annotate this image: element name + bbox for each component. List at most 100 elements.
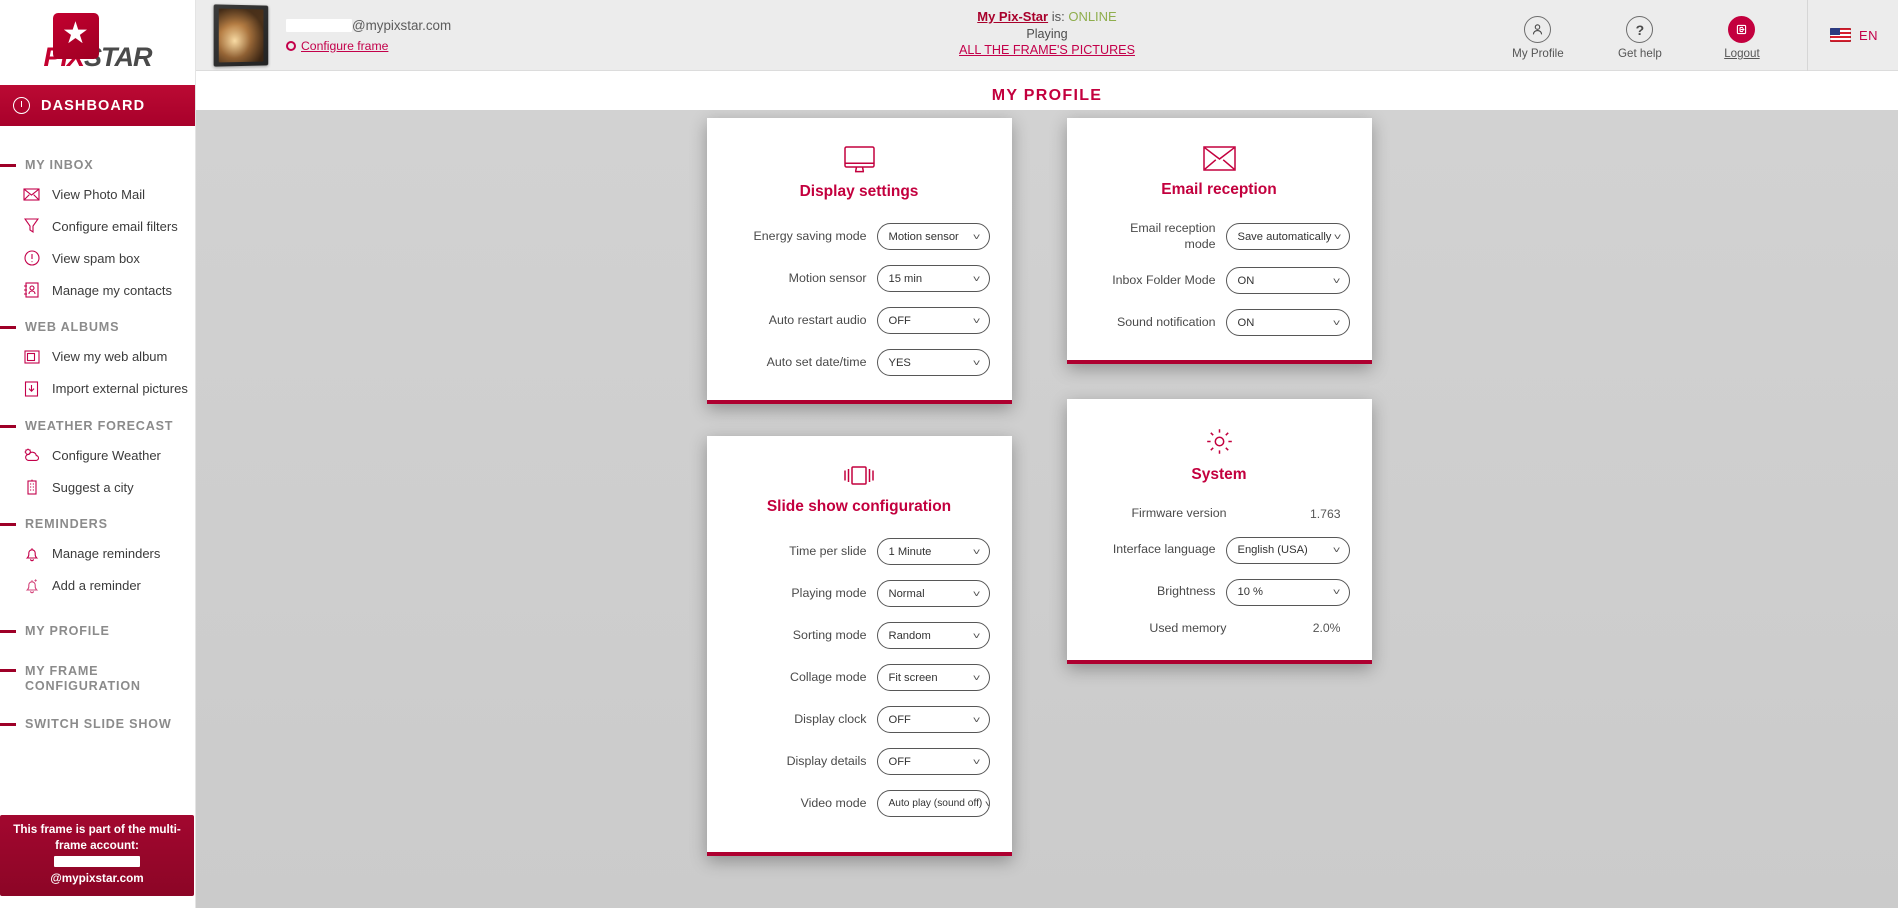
- sidebar-item-manage-my-contacts[interactable]: Manage my contacts: [0, 274, 195, 306]
- auto-restart-audio-select[interactable]: OFF ˅: [876, 307, 990, 334]
- import-download-icon: [22, 379, 41, 398]
- group-label: MY PROFILE: [25, 623, 110, 638]
- redacted-account-name: [53, 855, 140, 867]
- playing-mode-select[interactable]: Normal ˅: [876, 580, 990, 607]
- sidebar-item-my-profile[interactable]: MY PROFILE: [0, 624, 195, 638]
- collage-mode-select[interactable]: Fit screen ˅: [876, 664, 990, 691]
- select-value: OFF: [888, 755, 911, 768]
- chevron-down-icon: ˅: [985, 799, 988, 809]
- my-pixstar-link[interactable]: My Pix-Star: [977, 9, 1048, 24]
- chevron-down-icon: ˅: [1332, 545, 1341, 555]
- sidebar-item-label: Configure Weather: [52, 447, 161, 463]
- group-label: REMINDERS: [25, 517, 108, 532]
- sidebar-item-configure-weather[interactable]: Configure Weather: [0, 439, 195, 471]
- row-energy-saving-mode: Energy saving mode Motion sensor ˅: [729, 223, 990, 250]
- sidebar-item-label: Import external pictures: [52, 381, 188, 397]
- select-value: ON: [1237, 274, 1255, 287]
- dashboard-label: DASHBOARD: [41, 97, 146, 114]
- group-dash: [0, 326, 16, 330]
- playing-target-row: ALL THE FRAME'S PICTURES: [196, 43, 1898, 57]
- pixstar-web-app: ★ PIXSTAR DASHBOARD MY INBOX View Photo …: [0, 0, 1898, 908]
- sidebar-item-label: View Photo Mail: [52, 186, 145, 202]
- sidebar-item-manage-reminders[interactable]: Manage reminders: [0, 538, 195, 570]
- chevron-down-icon: ˅: [972, 630, 981, 641]
- row-auto-set-date-time: Auto set date/time YES ˅: [729, 349, 990, 376]
- select-value: Save automatically: [1237, 230, 1332, 243]
- time-per-slide-select[interactable]: 1 Minute ˅: [876, 538, 990, 565]
- card-title: Display settings: [799, 183, 919, 200]
- group-dash: [0, 523, 16, 527]
- card-display-settings: Display settings Energy saving mode Moti…: [706, 118, 1012, 404]
- row-label: Email reception mode: [1130, 221, 1216, 251]
- select-value: OFF: [888, 314, 911, 327]
- group-label: WEB ALBUMS: [25, 320, 120, 335]
- chevron-down-icon: ˅: [1332, 587, 1341, 597]
- brightness-select[interactable]: 10 % ˅: [1225, 578, 1350, 606]
- album-icon: [22, 347, 41, 366]
- select-value: Fit screen: [888, 671, 938, 684]
- device-status-line: My Pix-Star is: ONLINE: [196, 9, 1898, 24]
- sorting-mode-select[interactable]: Random ˅: [876, 622, 990, 649]
- row-display-clock: Display clock OFF ˅: [729, 706, 990, 733]
- chevron-down-icon: ˅: [972, 315, 981, 326]
- interface-language-select[interactable]: English (USA) ˅: [1225, 536, 1350, 564]
- group-label: SWITCH SLIDE SHOW: [25, 717, 172, 732]
- brand-logo[interactable]: ★ PIXSTAR: [0, 0, 195, 85]
- sidebar-item-configure-email-filters[interactable]: Configure email filters: [0, 210, 195, 242]
- row-display-details: Display details OFF ˅: [729, 748, 990, 775]
- row-collage-mode: Collage mode Fit screen ˅: [729, 664, 990, 691]
- badge-line-2: frame account:: [55, 839, 139, 853]
- sidebar-item-view-my-web-album[interactable]: View my web album: [0, 341, 195, 373]
- sidebar-item-view-spam-box[interactable]: View spam box: [0, 242, 195, 274]
- auto-set-date-time-select[interactable]: YES ˅: [876, 349, 990, 376]
- playing-target-link[interactable]: ALL THE FRAME'S PICTURES: [959, 43, 1135, 57]
- email-reception-mode-select[interactable]: Save automatically ˅: [1225, 223, 1350, 250]
- used-memory-value: 2.0%: [1312, 621, 1341, 636]
- select-value: Random: [888, 629, 931, 642]
- group-label: MY INBOX: [25, 158, 94, 172]
- sidebar-item-my-frame-configuration[interactable]: MY FRAME CONFIGURATION: [0, 664, 195, 693]
- row-label: Sound notification: [1116, 314, 1216, 329]
- city-building-icon: [22, 478, 41, 497]
- nav-group-my-inbox: MY INBOX: [0, 158, 195, 172]
- sidebar-item-label: View spam box: [52, 250, 140, 266]
- motion-sensor-select[interactable]: 15 min ˅: [876, 265, 990, 292]
- row-label: Interface language: [1112, 542, 1216, 557]
- sidebar-nav: MY INBOX View Photo Mail Configure email…: [0, 126, 195, 732]
- row-label: Energy saving mode: [753, 228, 867, 243]
- row-label: Time per slide: [789, 543, 867, 558]
- row-sound-notification: Sound notification ON ˅: [1089, 309, 1350, 336]
- row-brightness: Brightness 10 % ˅: [1089, 578, 1350, 606]
- select-value: YES: [888, 356, 911, 369]
- row-sorting-mode: Sorting mode Random ˅: [729, 622, 990, 649]
- sidebar-item-dashboard[interactable]: DASHBOARD: [0, 85, 195, 126]
- row-inbox-folder-mode: Inbox Folder Mode ON ˅: [1089, 267, 1350, 294]
- display-clock-select[interactable]: OFF ˅: [876, 706, 990, 733]
- row-label: Display details: [786, 753, 867, 768]
- display-details-select[interactable]: OFF ˅: [876, 748, 990, 775]
- row-label: Auto set date/time: [766, 354, 867, 369]
- nav-group-reminders: REMINDERS: [0, 517, 195, 531]
- row-interface-language: Interface language English (USA) ˅: [1089, 536, 1350, 564]
- device-status: My Pix-Star is: ONLINE Playing ALL THE F…: [196, 9, 1898, 57]
- row-video-mode: Video mode Auto play (sound off) ˅: [729, 790, 990, 817]
- alert-circle-icon: [22, 249, 41, 268]
- video-mode-select[interactable]: Auto play (sound off) ˅: [876, 790, 990, 817]
- content-area: Display settings Energy saving mode Moti…: [196, 110, 1898, 908]
- weather-cloud-icon: [22, 446, 41, 465]
- inbox-folder-mode-select[interactable]: ON ˅: [1225, 267, 1350, 294]
- row-auto-restart-audio: Auto restart audio OFF ˅: [729, 307, 990, 334]
- select-value: 10 %: [1237, 586, 1264, 598]
- row-label: Display clock: [794, 711, 867, 726]
- card-title: Slide show configuration: [766, 498, 952, 515]
- sound-notification-select[interactable]: ON ˅: [1225, 309, 1350, 336]
- sidebar-item-switch-slide-show[interactable]: SWITCH SLIDE SHOW: [0, 717, 195, 731]
- sidebar-item-view-photo-mail[interactable]: View Photo Mail: [0, 178, 195, 210]
- sidebar-item-suggest-a-city[interactable]: Suggest a city: [0, 471, 195, 503]
- main-area: @mypixstar.com Configure frame My Pix-St…: [196, 0, 1898, 908]
- playing-label: Playing: [1026, 27, 1068, 41]
- sidebar-item-add-a-reminder[interactable]: Add a reminder: [0, 570, 195, 602]
- bell-add-icon: [22, 576, 41, 595]
- energy-saving-mode-select[interactable]: Motion sensor ˅: [876, 223, 990, 250]
- sidebar-item-import-external-pictures[interactable]: Import external pictures: [0, 373, 195, 405]
